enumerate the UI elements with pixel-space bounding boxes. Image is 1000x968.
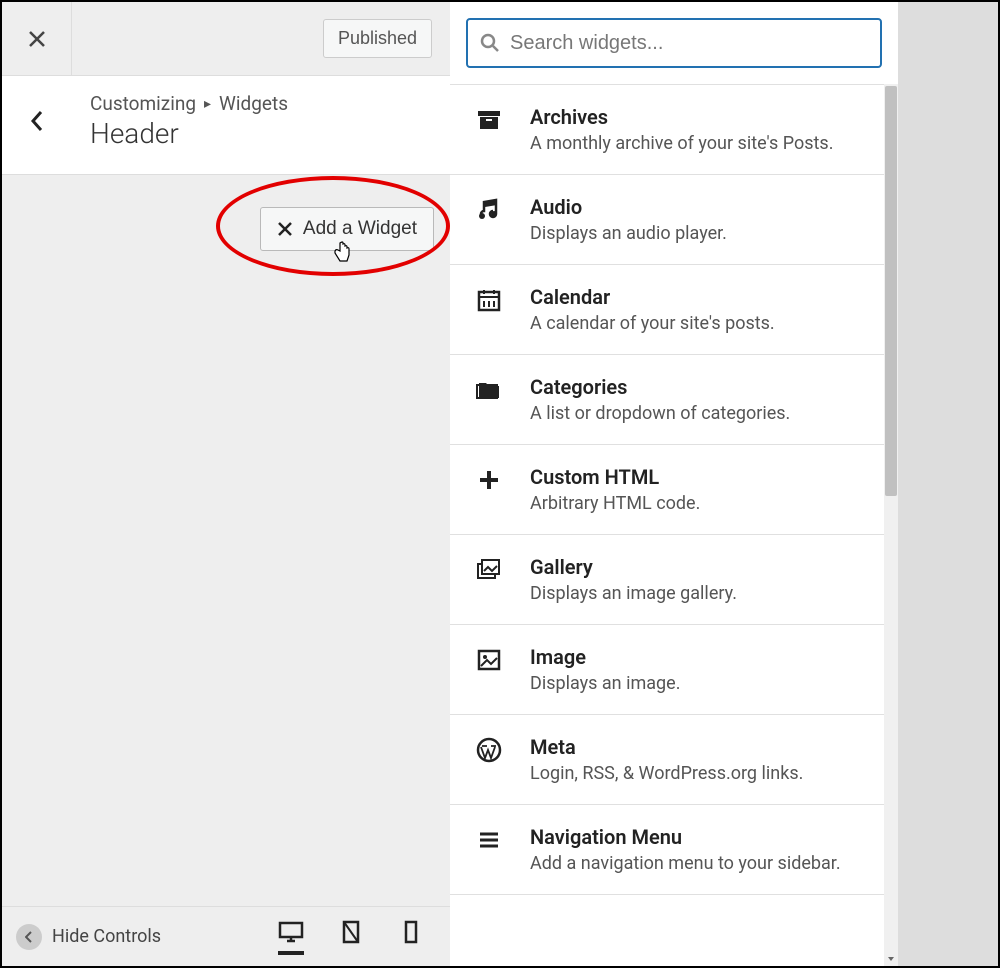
device-tablet-button[interactable] xyxy=(338,919,364,955)
folder-icon xyxy=(472,375,506,424)
gallery-icon xyxy=(472,555,506,604)
section-header: Customizing ▸ Widgets Header xyxy=(2,76,450,175)
breadcrumb-widgets: Widgets xyxy=(219,92,288,115)
audio-icon xyxy=(472,195,506,244)
widget-title: Custom HTML xyxy=(530,465,876,489)
collapse-icon xyxy=(16,924,42,950)
widget-title: Gallery xyxy=(530,555,876,579)
device-desktop-button[interactable] xyxy=(278,919,304,955)
menu-icon xyxy=(472,825,506,874)
widget-title: Audio xyxy=(530,195,876,219)
close-icon xyxy=(27,29,47,49)
widget-area: Add a Widget xyxy=(2,175,450,906)
widget-desc: Displays an image. xyxy=(530,673,876,694)
section-title: Header xyxy=(90,117,430,150)
preview-area xyxy=(898,2,998,966)
widget-title: Meta xyxy=(530,735,876,759)
chevron-left-icon xyxy=(30,110,44,132)
widget-desc: Displays an audio player. xyxy=(530,223,876,244)
scrollbar-down-icon[interactable] xyxy=(884,952,898,966)
top-bar: Published xyxy=(2,2,450,76)
desktop-icon xyxy=(278,919,304,945)
widget-item-navigation-menu[interactable]: Navigation Menu Add a navigation menu to… xyxy=(450,805,898,895)
add-widget-button[interactable]: Add a Widget xyxy=(260,207,434,251)
breadcrumb: Customizing ▸ Widgets xyxy=(90,92,430,115)
widget-picker-panel: Archives A monthly archive of your site'… xyxy=(450,2,898,966)
back-button[interactable] xyxy=(2,92,72,132)
widget-item-archives[interactable]: Archives A monthly archive of your site'… xyxy=(450,84,898,175)
scrollbar-thumb[interactable] xyxy=(885,86,897,496)
device-buttons xyxy=(278,919,424,955)
widget-desc: A calendar of your site's posts. xyxy=(530,313,876,334)
widget-item-meta[interactable]: Meta Login, RSS, & WordPress.org links. xyxy=(450,715,898,805)
widget-item-custom-html[interactable]: Custom HTML Arbitrary HTML code. xyxy=(450,445,898,535)
widget-desc: A monthly archive of your site's Posts. xyxy=(530,133,876,154)
widget-item-gallery[interactable]: Gallery Displays an image gallery. xyxy=(450,535,898,625)
footer-bar: Hide Controls xyxy=(2,906,450,966)
widget-item-calendar[interactable]: Calendar A calendar of your site's posts… xyxy=(450,265,898,355)
breadcrumb-customizing: Customizing xyxy=(90,92,196,115)
widget-title: Calendar xyxy=(530,285,876,309)
hide-controls-label: Hide Controls xyxy=(52,926,161,947)
widget-desc: Displays an image gallery. xyxy=(530,583,876,604)
widget-title: Image xyxy=(530,645,876,669)
widget-item-audio[interactable]: Audio Displays an audio player. xyxy=(450,175,898,265)
calendar-icon xyxy=(472,285,506,334)
archive-icon xyxy=(472,105,506,154)
widget-title: Categories xyxy=(530,375,876,399)
plus-icon xyxy=(472,465,506,514)
widget-title: Navigation Menu xyxy=(530,825,876,849)
tablet-icon xyxy=(338,919,364,945)
breadcrumb-caret-icon: ▸ xyxy=(204,96,211,112)
search-icon xyxy=(480,33,500,53)
widget-desc: Add a navigation menu to your sidebar. xyxy=(530,853,876,874)
mobile-icon xyxy=(398,919,424,945)
wordpress-icon xyxy=(472,735,506,784)
widget-desc: A list or dropdown of categories. xyxy=(530,403,876,424)
search-box[interactable] xyxy=(466,18,882,68)
widget-item-categories[interactable]: Categories A list or dropdown of categor… xyxy=(450,355,898,445)
device-mobile-button[interactable] xyxy=(398,919,424,955)
add-widget-label: Add a Widget xyxy=(303,218,417,240)
hide-controls-button[interactable]: Hide Controls xyxy=(16,924,161,950)
published-button[interactable]: Published xyxy=(323,19,432,58)
search-input[interactable] xyxy=(510,32,868,55)
widget-desc: Login, RSS, & WordPress.org links. xyxy=(530,763,876,784)
widget-list[interactable]: Archives A monthly archive of your site'… xyxy=(450,84,898,966)
widget-desc: Arbitrary HTML code. xyxy=(530,493,876,514)
widget-title: Archives xyxy=(530,105,876,129)
close-button[interactable] xyxy=(2,2,72,75)
customizer-sidebar: Published Customizing ▸ Widgets Header A… xyxy=(2,2,450,966)
close-icon xyxy=(277,221,293,237)
image-icon xyxy=(472,645,506,694)
widget-item-image[interactable]: Image Displays an image. xyxy=(450,625,898,715)
scrollbar-track[interactable] xyxy=(884,84,898,966)
